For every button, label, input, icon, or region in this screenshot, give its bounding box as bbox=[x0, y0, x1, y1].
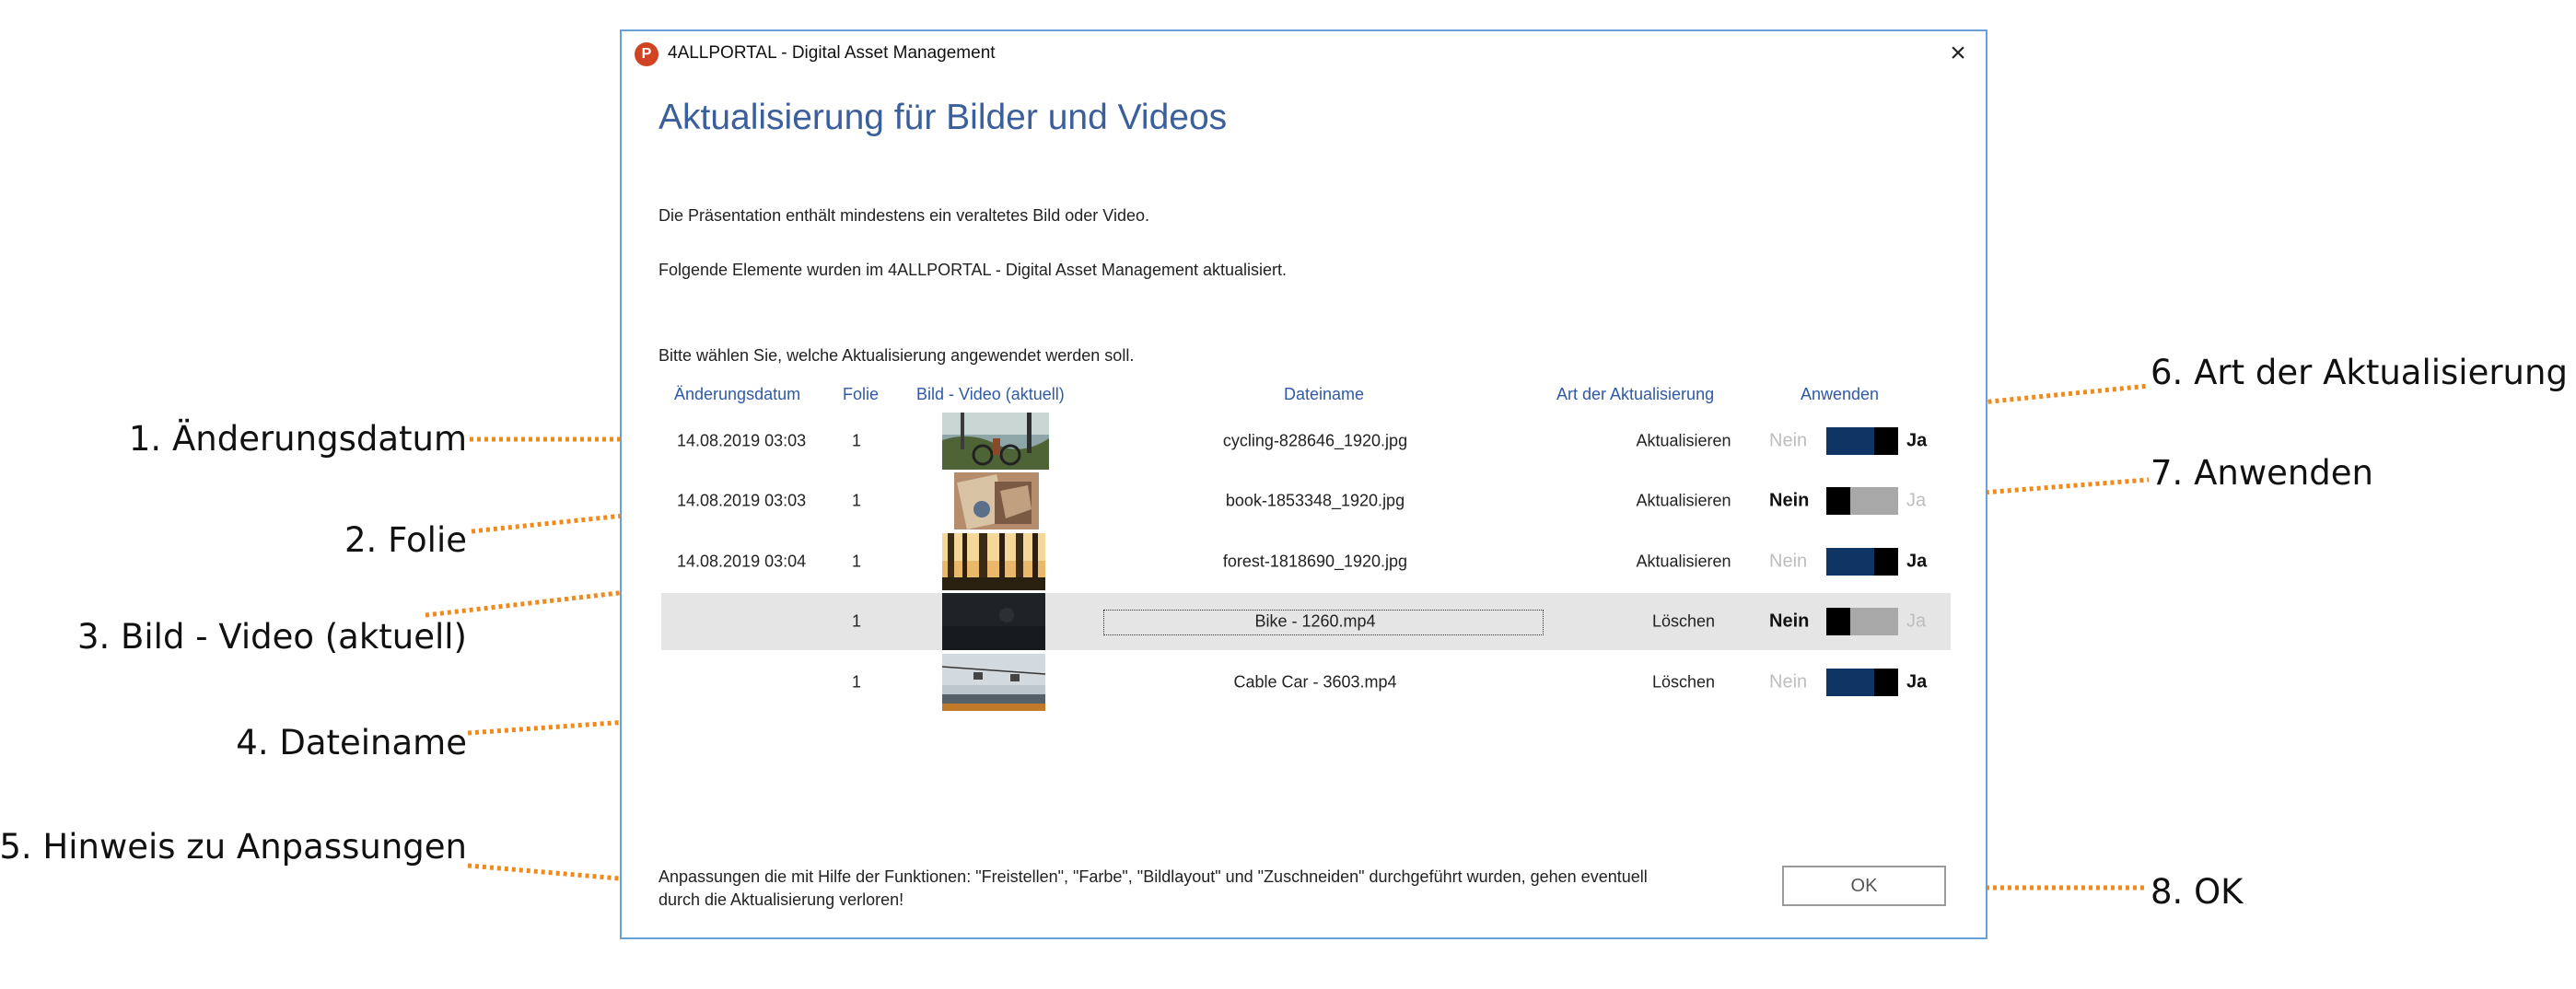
intro-line-2: Folgende Elemente wurden im 4ALLPORTAL -… bbox=[659, 261, 1288, 279]
update-type-cell: Löschen bbox=[1651, 672, 1716, 692]
apply-yes-label: Ja bbox=[1906, 611, 1927, 632]
filename-cell: forest-1818690_1920.jpg bbox=[1222, 552, 1408, 571]
filename-cell: cycling-828646_1920.jpg bbox=[1222, 431, 1408, 450]
apply-yes-label: Ja bbox=[1906, 551, 1928, 572]
apply-toggle[interactable] bbox=[1826, 427, 1898, 455]
column-header-media: Bild - Video (aktuell) bbox=[916, 385, 1065, 403]
slide-cell: 1 bbox=[852, 552, 862, 571]
date-cell: 14.08.2019 03:03 bbox=[677, 431, 807, 450]
date-cell: 14.08.2019 03:03 bbox=[677, 491, 807, 510]
warning-line-2: durch die Aktualisierung verloren! bbox=[659, 890, 904, 909]
forest-thumbnail bbox=[942, 533, 1045, 590]
apply-toggle[interactable] bbox=[1826, 608, 1898, 635]
date-cell: 14.08.2019 03:04 bbox=[677, 552, 807, 571]
intro-line-1: Die Präsentation enthält mindestens ein … bbox=[659, 206, 1149, 225]
ok-button[interactable]: OK bbox=[1782, 866, 1946, 906]
slide-cell: 1 bbox=[852, 611, 862, 631]
apply-no-label: Nein bbox=[1769, 671, 1808, 692]
apply-no-label: Nein bbox=[1769, 430, 1808, 451]
callout-ok: 8. OK bbox=[2151, 872, 2244, 912]
leader-5 bbox=[467, 863, 642, 883]
adjustments-warning: Anpassungen die mit Hilfe der Funktionen… bbox=[659, 866, 1764, 912]
close-button[interactable]: × bbox=[1940, 35, 1976, 72]
update-type-cell: Aktualisieren bbox=[1636, 552, 1731, 571]
table-row[interactable]: 14.08.2019 03:03 1 cycling-828646_1920.j… bbox=[661, 413, 1951, 470]
table-row-selected[interactable]: 1 Bike - 1260.mp4 Löschen Nein Ja bbox=[661, 593, 1951, 650]
slide-cell: 1 bbox=[852, 431, 862, 450]
powerpoint-icon: P bbox=[635, 42, 659, 66]
dialog-heading: Aktualisierung für Bilder und Videos bbox=[659, 98, 1228, 137]
title-bar[interactable]: P 4ALLPORTAL - Digital Asset Management … bbox=[622, 31, 1986, 77]
apply-toggle[interactable] bbox=[1826, 487, 1898, 515]
apply-yes-label: Ja bbox=[1906, 671, 1928, 692]
apply-yes-label: Ja bbox=[1906, 430, 1928, 451]
update-dialog: P 4ALLPORTAL - Digital Asset Management … bbox=[620, 29, 1987, 939]
filename-cell: Cable Car - 3603.mp4 bbox=[1233, 672, 1397, 692]
column-header-update-type: Art der Aktualisierung bbox=[1556, 385, 1715, 403]
warning-line-1: Anpassungen die mit Hilfe der Funktionen… bbox=[659, 867, 1648, 886]
column-header-filename: Dateiname bbox=[1284, 385, 1365, 403]
apply-toggle[interactable] bbox=[1826, 669, 1898, 696]
table-row[interactable]: 1 Cable Car - 3603.mp4 Löschen Nein Ja bbox=[661, 654, 1951, 711]
callout-art-der-aktualisierung: 6. Art der Aktualisierung bbox=[2151, 353, 2568, 392]
window-title: 4ALLPORTAL - Digital Asset Management bbox=[668, 43, 996, 63]
video-dark-thumbnail bbox=[942, 593, 1045, 650]
apply-no-label: Nein bbox=[1769, 551, 1808, 572]
book-thumbnail bbox=[954, 472, 1039, 529]
column-header-slide: Folie bbox=[843, 385, 880, 403]
apply-toggle[interactable] bbox=[1826, 548, 1898, 576]
callout-dateiname: 4. Dateiname bbox=[236, 723, 467, 762]
callout-anwenden: 7. Anwenden bbox=[2151, 453, 2373, 493]
update-type-cell: Aktualisieren bbox=[1636, 491, 1731, 510]
table-row[interactable]: 14.08.2019 03:04 1 forest-1818690_1920.j… bbox=[661, 533, 1951, 590]
callout-folie: 2. Folie bbox=[344, 520, 467, 560]
column-header-date: Änderungsdatum bbox=[674, 385, 801, 403]
column-header-apply: Anwenden bbox=[1801, 385, 1880, 403]
callout-anderungsdatum: 1. Änderungsdatum bbox=[128, 419, 467, 459]
callout-bild-video: 3. Bild - Video (aktuell) bbox=[76, 617, 467, 657]
intro-line-3: Bitte wählen Sie, welche Aktualisierung … bbox=[659, 346, 1135, 365]
cycling-thumbnail bbox=[942, 413, 1049, 470]
apply-no-label: Nein bbox=[1769, 611, 1810, 632]
update-type-cell: Aktualisieren bbox=[1636, 431, 1731, 450]
filename-cell: book-1853348_1920.jpg bbox=[1225, 491, 1405, 510]
table-row[interactable]: 14.08.2019 03:03 1 book-1853348_1920.jpg… bbox=[661, 472, 1951, 529]
slide-cell: 1 bbox=[852, 491, 862, 510]
apply-no-label: Nein bbox=[1769, 490, 1810, 511]
cable-car-thumbnail bbox=[942, 654, 1045, 711]
apply-yes-label: Ja bbox=[1906, 490, 1927, 511]
update-type-cell: Löschen bbox=[1651, 611, 1716, 631]
filename-cell: Bike - 1260.mp4 bbox=[1254, 611, 1376, 631]
callout-hinweis: 5. Hinweis zu Anpassungen bbox=[0, 827, 467, 867]
slide-cell: 1 bbox=[852, 672, 862, 692]
